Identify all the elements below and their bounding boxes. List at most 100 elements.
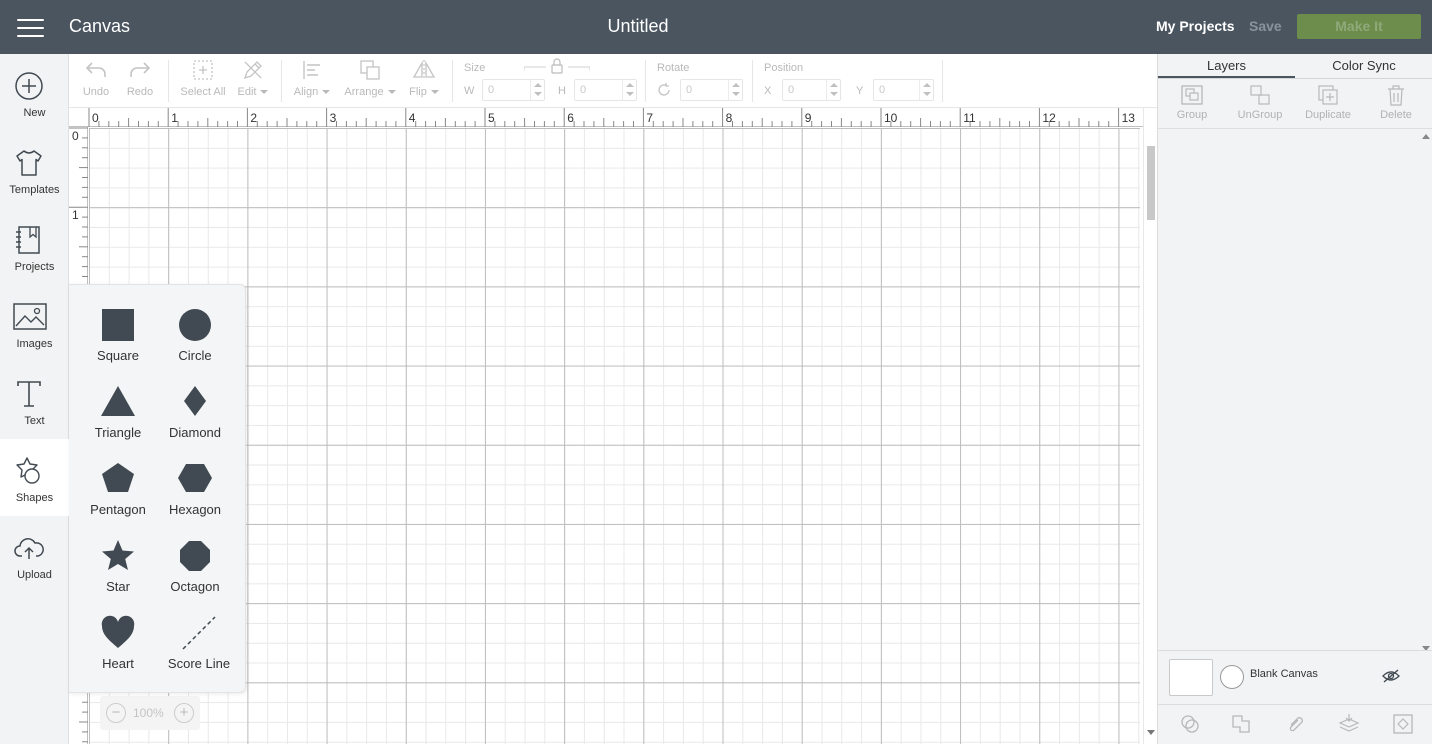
redo-label: Redo (126, 86, 154, 98)
group-icon (1181, 85, 1203, 105)
height-input[interactable] (575, 80, 622, 100)
diamond-icon (184, 386, 206, 416)
flip-dropdown[interactable]: Flip (406, 58, 442, 104)
undo-button[interactable]: Undo (81, 58, 111, 104)
scroll-down-icon[interactable] (1147, 730, 1155, 735)
rotate-stepper[interactable] (728, 80, 742, 100)
canvas-color-circle[interactable] (1220, 665, 1244, 689)
ruler-top-label: 7 (646, 111, 653, 125)
zoom-out-button[interactable]: − (106, 703, 126, 723)
select-all-label: Select All (180, 86, 226, 98)
y-input[interactable] (874, 80, 919, 100)
nav-item-text[interactable]: Text (0, 362, 69, 439)
nav-item-new[interactable]: New (0, 54, 69, 131)
ruler-left-label: 0 (72, 129, 79, 143)
delete-button[interactable]: Delete (1363, 84, 1429, 121)
x-input[interactable] (783, 80, 826, 100)
width-input[interactable] (483, 80, 530, 100)
ruler-top-label: 13 (1122, 111, 1136, 125)
select-all-button[interactable]: Select All (179, 58, 227, 104)
y-field[interactable] (873, 79, 934, 101)
blank-canvas-label: Blank Canvas (1250, 668, 1318, 680)
nav-item-images[interactable]: Images (0, 285, 69, 362)
blank-canvas-row[interactable]: Blank Canvas (1158, 650, 1432, 704)
canvas-scrollbar[interactable] (1143, 108, 1157, 744)
ruler-top-label: 4 (409, 111, 416, 125)
shapes-panel: Square Circle Triangle Diamond Pentagon … (69, 284, 246, 693)
edit-label: Edit (237, 86, 257, 98)
ruler-top-label: 8 (726, 111, 733, 125)
height-stepper[interactable] (622, 80, 636, 100)
canvas-grid[interactable] (89, 128, 1140, 744)
shape-heart[interactable]: Heart (78, 595, 158, 671)
height-label: H (558, 85, 566, 97)
nav-item-upload[interactable]: Upload (0, 516, 69, 593)
toolbar-divider (942, 60, 943, 102)
flatten-icon[interactable] (1338, 713, 1360, 735)
nav-item-shapes[interactable]: Shapes (0, 439, 69, 516)
shape-label-heart: Heart (102, 656, 134, 671)
width-stepper[interactable] (530, 80, 544, 100)
my-projects-link[interactable]: My Projects (1156, 18, 1235, 34)
tab-layers[interactable]: Layers (1158, 54, 1295, 78)
redo-button[interactable]: Redo (125, 58, 155, 104)
duplicate-button[interactable]: Duplicate (1295, 84, 1361, 121)
shape-star[interactable]: Star (78, 518, 158, 594)
arrange-icon (360, 60, 380, 80)
layers-list[interactable] (1158, 129, 1432, 649)
shape-pentagon[interactable]: Pentagon (78, 441, 158, 517)
shape-square[interactable]: Square (78, 287, 158, 363)
shape-octagon[interactable]: Octagon (155, 518, 235, 594)
make-it-button[interactable]: Make It (1297, 14, 1421, 39)
slice-icon[interactable] (1179, 713, 1201, 735)
nav-item-projects[interactable]: Projects (0, 208, 69, 285)
ruler-top-label: 0 (92, 111, 99, 125)
trash-icon (1388, 85, 1404, 106)
group-button[interactable]: Group (1159, 84, 1225, 121)
nav-label-shapes: Shapes (15, 492, 54, 504)
document-title[interactable]: Untitled (560, 16, 716, 37)
align-label: Align (293, 86, 319, 98)
y-stepper[interactable] (919, 80, 933, 100)
contour-icon[interactable] (1392, 713, 1414, 735)
x-field[interactable] (782, 79, 841, 101)
lock-icon[interactable] (524, 58, 590, 76)
shape-score-line[interactable]: Score Line (159, 595, 239, 671)
attach-icon[interactable] (1285, 713, 1307, 735)
align-dropdown[interactable]: Align (291, 58, 333, 104)
arrange-label: Arrange (344, 86, 384, 98)
shape-label-star: Star (106, 579, 130, 594)
height-field[interactable] (574, 79, 637, 101)
ungroup-button[interactable]: UnGroup (1227, 84, 1293, 121)
edit-dropdown[interactable]: Edit (235, 58, 271, 104)
rotate-input[interactable] (681, 80, 728, 100)
shape-circle[interactable]: Circle (155, 287, 235, 363)
canvas-swatch[interactable] (1169, 659, 1213, 696)
ungroup-label: UnGroup (1237, 109, 1283, 121)
top-header: Canvas Untitled My Projects Save Make It (0, 0, 1432, 54)
zoom-in-button[interactable]: + (174, 703, 194, 723)
rotate-field[interactable] (680, 79, 743, 101)
hamburger-menu-icon[interactable] (17, 17, 44, 37)
weld-icon[interactable] (1230, 713, 1252, 735)
chevron-down-icon (260, 90, 269, 95)
rotate-icon (658, 83, 670, 96)
arrange-dropdown[interactable]: Arrange (342, 58, 398, 104)
rotate-label: Rotate (657, 62, 690, 74)
scrollbar-thumb[interactable] (1147, 146, 1155, 220)
ruler-top-label: 6 (567, 111, 574, 125)
shape-triangle[interactable]: Triangle (78, 364, 158, 440)
eye-off-icon[interactable] (1382, 668, 1400, 684)
save-button[interactable]: Save (1249, 18, 1282, 34)
shape-diamond[interactable]: Diamond (155, 364, 235, 440)
text-icon (17, 381, 41, 407)
shape-label-score-line: Score Line (167, 656, 231, 671)
layers-scrollbar[interactable] (1421, 134, 1431, 654)
x-stepper[interactable] (826, 80, 840, 100)
nav-item-templates[interactable]: Templates (0, 131, 69, 208)
layers-panel: Layers Color Sync Group UnGroup Duplicat… (1157, 54, 1432, 744)
shape-hexagon[interactable]: Hexagon (155, 441, 235, 517)
scroll-up-icon[interactable] (1422, 134, 1430, 139)
tab-color-sync[interactable]: Color Sync (1295, 54, 1432, 78)
width-field[interactable] (482, 79, 545, 101)
